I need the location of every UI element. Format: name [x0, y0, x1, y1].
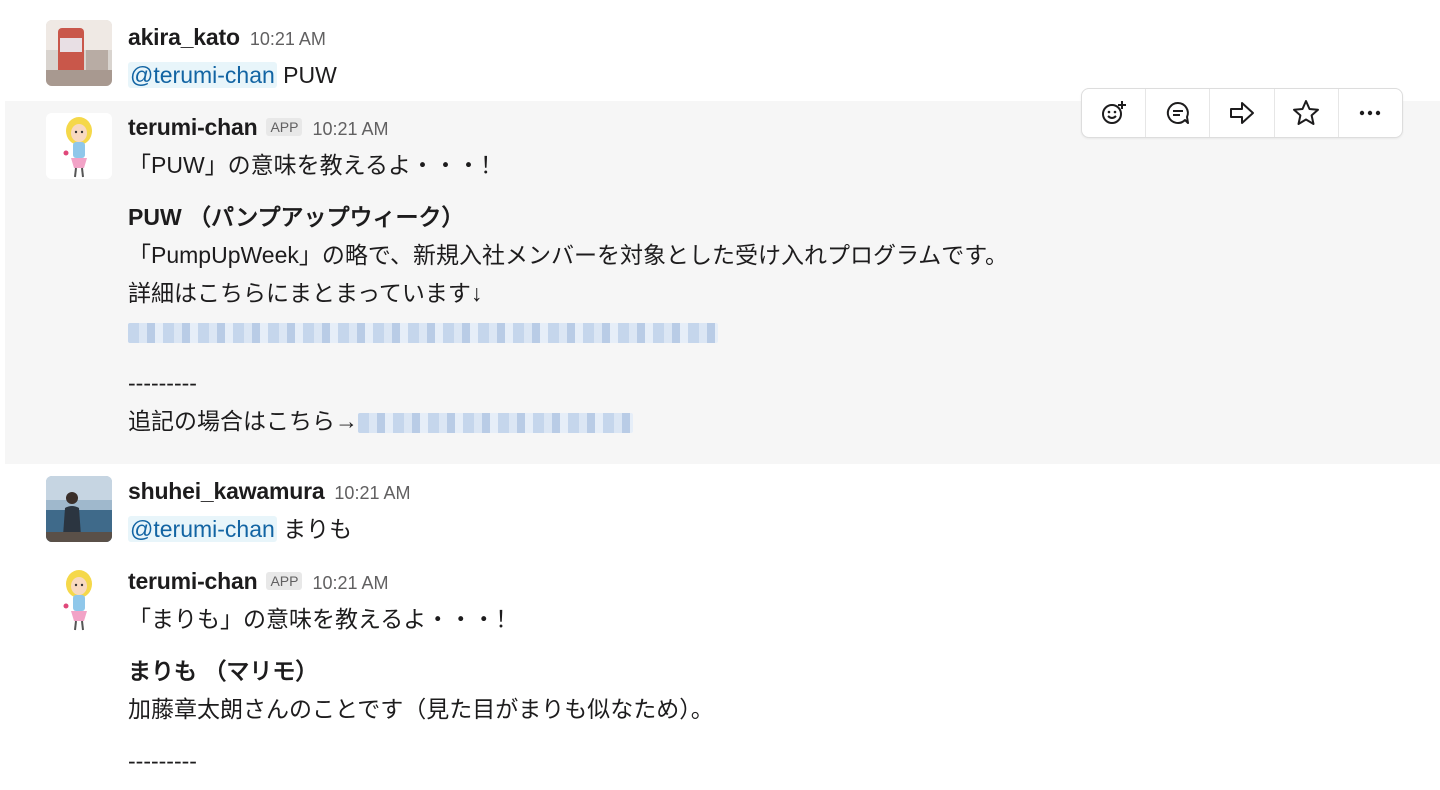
avatar[interactable] [46, 566, 112, 632]
timestamp[interactable]: 10:21 AM [250, 29, 326, 50]
user-mention[interactable]: @terumi-chan [128, 516, 277, 542]
timestamp[interactable]: 10:21 AM [312, 573, 388, 594]
message-text: @terumi-chan まりも [128, 510, 410, 548]
divider-text: --------- [128, 748, 197, 774]
username[interactable]: terumi-chan [128, 114, 258, 141]
more-actions-button[interactable] [1339, 89, 1402, 137]
save-star-button[interactable] [1275, 89, 1339, 137]
app-badge: APP [266, 572, 303, 590]
addendum-line: 追記の場合はこちら→ [128, 402, 1008, 440]
user-mention[interactable]: @terumi-chan [128, 62, 277, 88]
add-reaction-button[interactable] [1082, 89, 1147, 137]
share-icon [1230, 102, 1254, 124]
share-button[interactable] [1210, 89, 1275, 137]
term-heading: まりも （マリモ） [128, 658, 319, 684]
avatar[interactable] [46, 113, 112, 179]
message-text: @terumi-chan PUW [128, 56, 337, 94]
blurred-link[interactable] [358, 412, 633, 433]
username[interactable]: shuhei_kawamura [128, 478, 325, 505]
avatar[interactable] [46, 476, 112, 542]
username[interactable]: terumi-chan [128, 568, 258, 595]
message-header: shuhei_kawamura 10:21 AM [128, 478, 410, 508]
timestamp[interactable]: 10:21 AM [334, 483, 410, 504]
divider-text: --------- [128, 370, 197, 396]
details-link[interactable] [128, 312, 1008, 350]
add-reaction-icon [1101, 101, 1126, 124]
message-intro: 「PUW」の意味を教えるよ・・・！ [128, 152, 503, 178]
app-badge: APP [266, 118, 303, 136]
message-shuhei-kawamura: shuhei_kawamura 10:21 AM @terumi-chan まり… [0, 464, 1440, 554]
star-icon [1293, 100, 1320, 125]
message-intro: 「まりも」の意味を教えるよ・・・！ [128, 606, 519, 632]
avatar[interactable] [46, 20, 112, 86]
message-akira-kato: akira_kato 10:21 AM @terumi-chan PUW [0, 0, 1440, 100]
more-actions-icon [1360, 110, 1381, 116]
message-actions-toolbar [1081, 88, 1403, 138]
term-details-note: 詳細はこちらにまとまっています↓ [128, 280, 483, 306]
timestamp[interactable]: 10:21 AM [312, 119, 388, 140]
message-header: akira_kato 10:21 AM [128, 24, 337, 54]
blurred-link[interactable] [128, 322, 718, 343]
term-definition: 加藤章太朗さんのことです（見た目がまりも似なため）。 [128, 696, 714, 722]
message-body: PUW [276, 62, 337, 88]
message-terumi-chan-marimo: terumi-chan APP 10:21 AM 「まりも」の意味を教えるよ・・… [0, 556, 1440, 790]
reply-thread-button[interactable] [1146, 89, 1211, 137]
message-header: terumi-chan APP 10:21 AM [128, 114, 1008, 144]
term-heading: PUW （パンプアップウィーク） [128, 204, 465, 230]
message-body: まりも [276, 516, 353, 542]
term-definition: 「PumpUpWeek」の略で、新規入社メンバーを対象とした受け入れプログラムで… [128, 242, 1008, 268]
reply-thread-icon [1166, 101, 1189, 124]
addendum-text: 追記の場合はこちら→ [128, 408, 358, 434]
message-terumi-chan-puw: terumi-chan APP 10:21 AM 「PUW」の意味を教えるよ・・… [5, 101, 1440, 464]
message-header: terumi-chan APP 10:21 AM [128, 568, 714, 598]
username[interactable]: akira_kato [128, 24, 240, 51]
